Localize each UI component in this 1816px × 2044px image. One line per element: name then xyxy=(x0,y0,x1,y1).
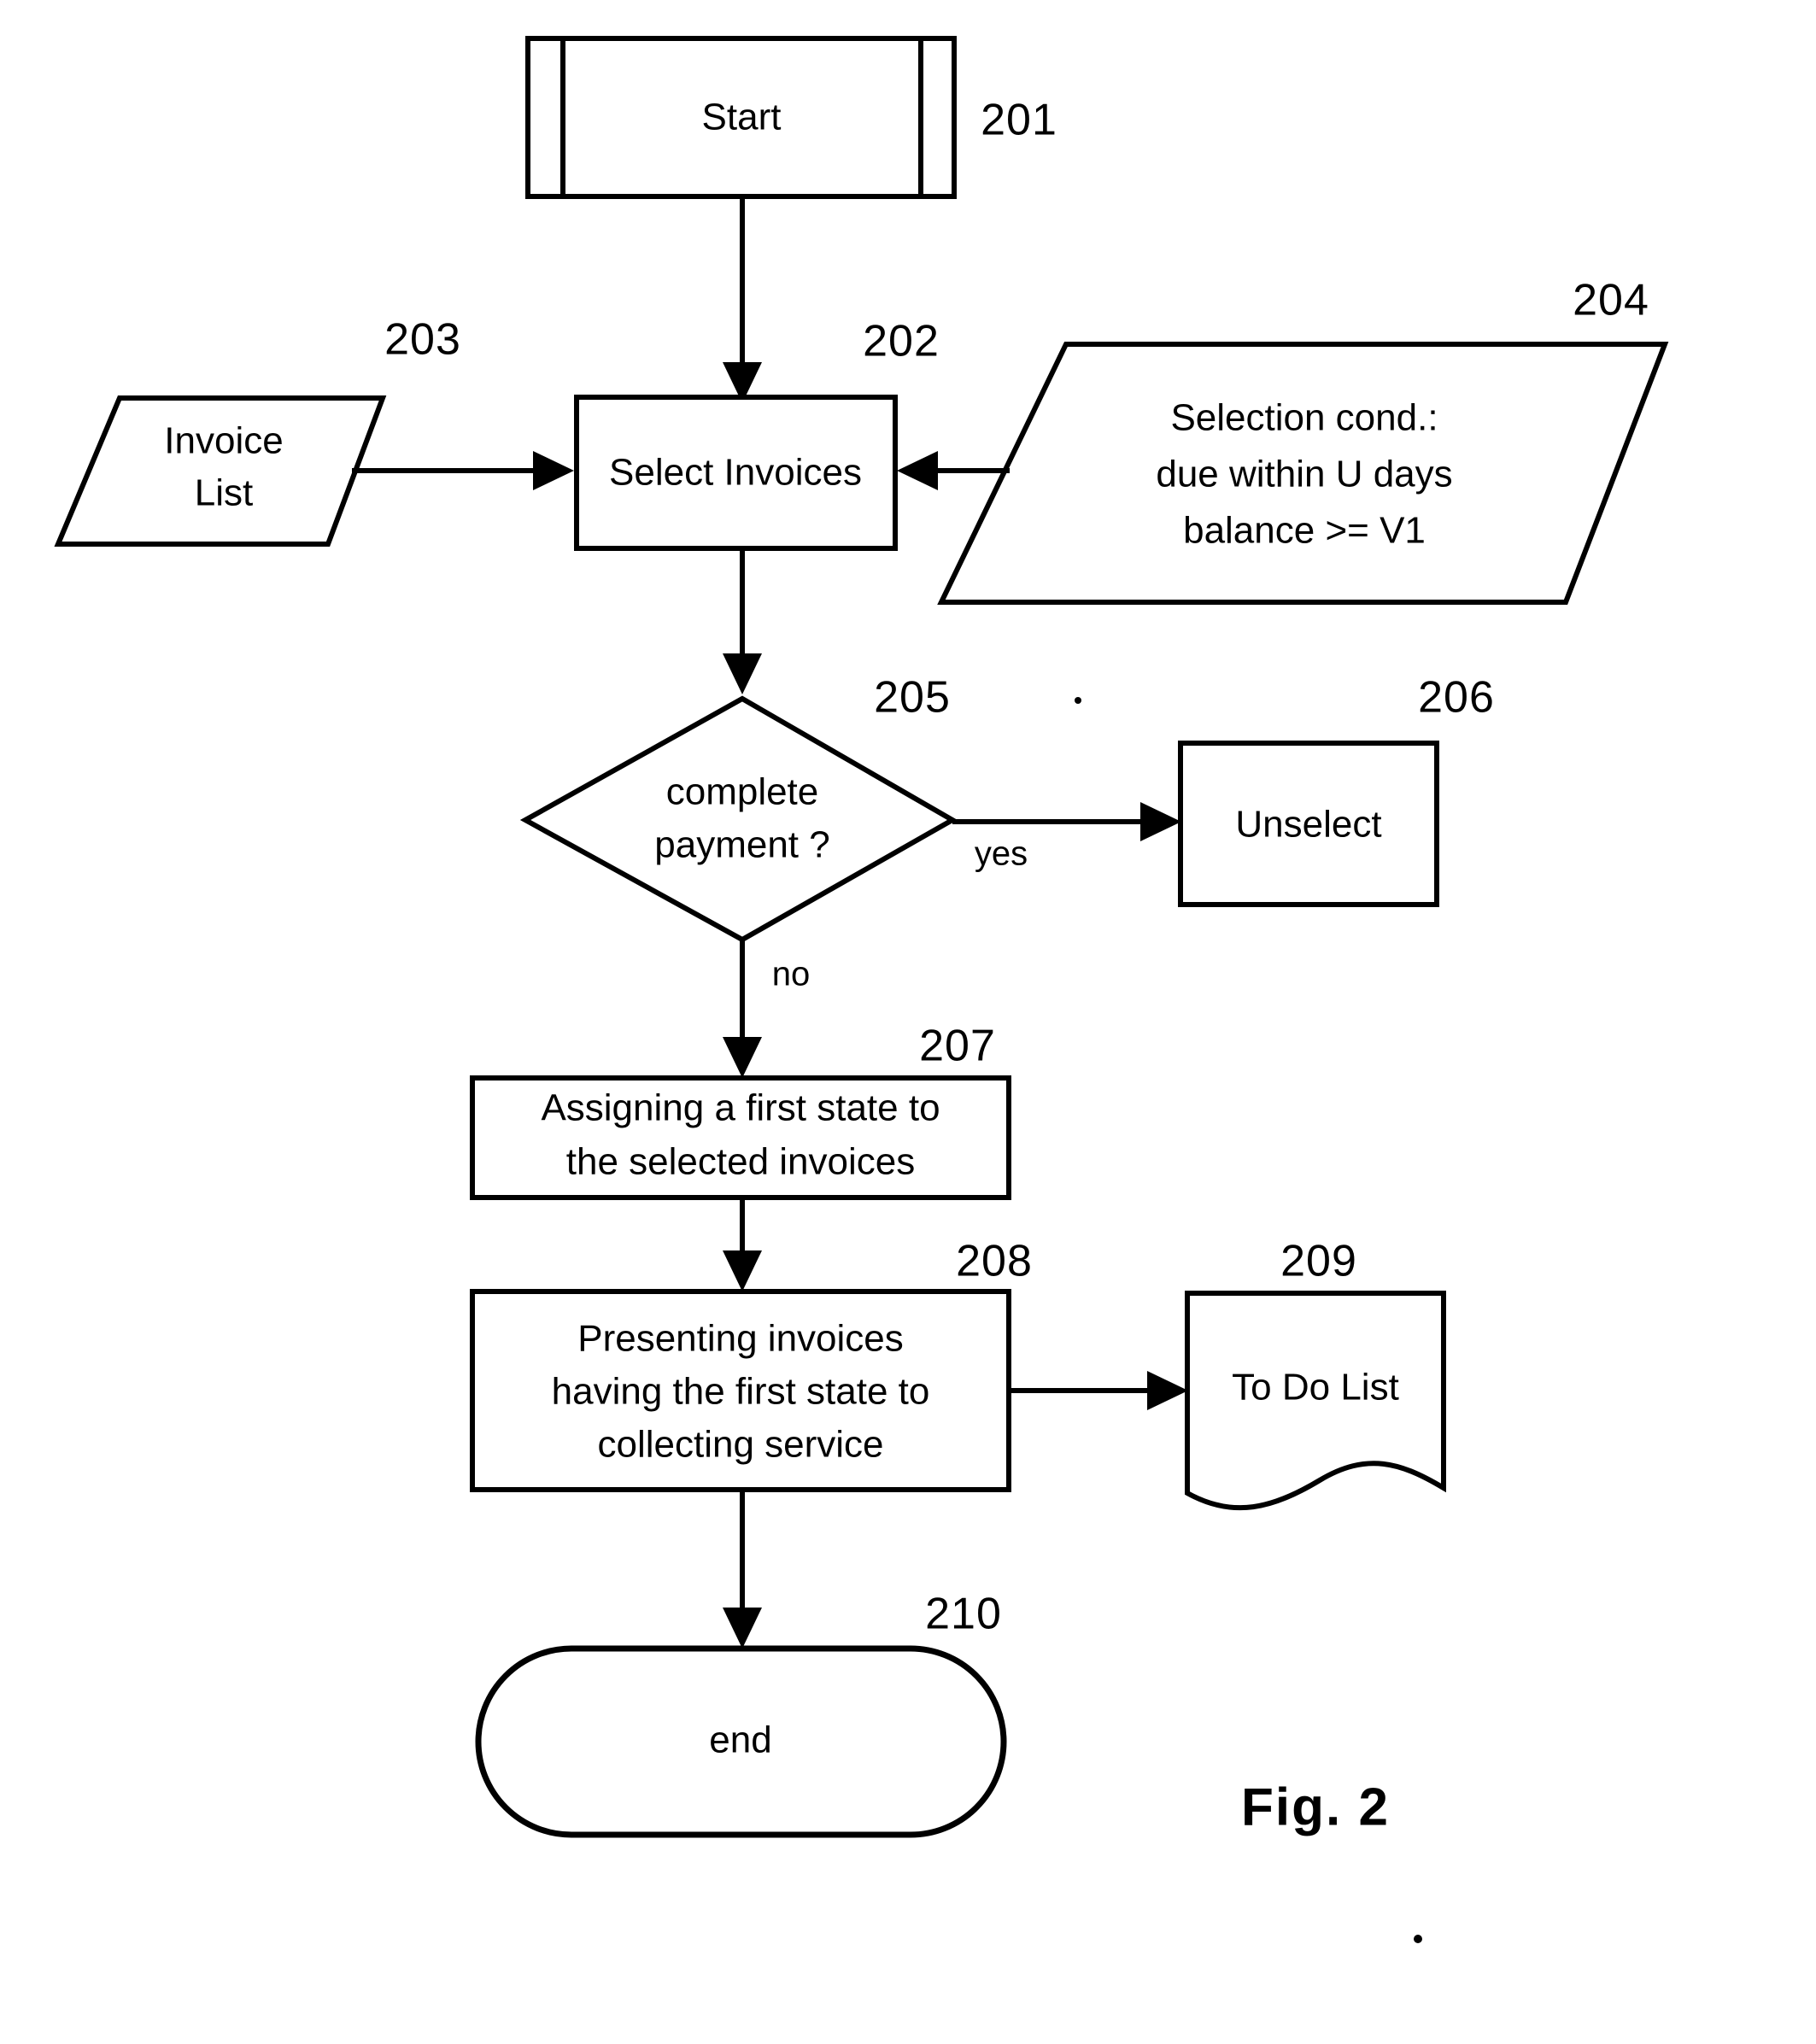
edge-present-to-todolist xyxy=(1009,1371,1188,1410)
edge-present-to-todolist-arrowhead xyxy=(1147,1371,1188,1410)
flowchart-canvas: Start 201 Invoice List 203 Select Invoic… xyxy=(54,36,1669,1943)
edge-select-to-decision xyxy=(723,548,762,694)
edge-label-no: no xyxy=(772,956,811,993)
edge-select-to-decision-arrowhead xyxy=(723,653,762,694)
ref-number-207: 207 xyxy=(919,1022,996,1071)
invoice-list-node: Invoice List xyxy=(54,395,387,547)
ref-number-204: 204 xyxy=(1573,276,1649,325)
presenting-invoices-line3: collecting service xyxy=(597,1424,883,1466)
edge-invoicelist-to-select-arrowhead xyxy=(533,451,574,490)
edge-decision-yes-to-unselect-arrowhead xyxy=(1140,802,1181,841)
to-do-list-node: To Do List xyxy=(1185,1291,1446,1511)
select-invoices-label: Select Invoices xyxy=(609,452,862,494)
edge-present-to-end xyxy=(723,1490,762,1649)
scan-speckle xyxy=(1075,697,1081,704)
unselect-node: Unselect xyxy=(1178,741,1439,907)
end-node: end xyxy=(475,1645,1007,1838)
edge-assign-to-present xyxy=(723,1198,762,1291)
presenting-invoices-node: Presenting invoices having the first sta… xyxy=(470,1289,1011,1492)
ref-number-210: 210 xyxy=(925,1590,1002,1639)
edge-start-to-select xyxy=(723,196,762,403)
edge-invoicelist-to-select xyxy=(352,451,574,490)
complete-payment-decision: complete payment ? xyxy=(519,695,958,943)
ref-number-203: 203 xyxy=(384,315,461,365)
edge-assign-to-present-arrowhead xyxy=(723,1250,762,1291)
select-invoices-node: Select Invoices xyxy=(574,395,898,551)
selection-condition-line3: balance >= V1 xyxy=(1183,510,1426,552)
figure-caption: Fig. 2 xyxy=(1241,1778,1390,1836)
invoice-list-label-line1: Invoice xyxy=(164,420,283,462)
unselect-label: Unselect xyxy=(1235,804,1381,846)
scan-speckle xyxy=(1414,1935,1422,1943)
edge-label-yes: yes xyxy=(975,835,1028,873)
edge-present-to-end-arrowhead xyxy=(723,1608,762,1649)
ref-number-201: 201 xyxy=(981,96,1057,145)
selection-condition-node: Selection cond.: due within U days balan… xyxy=(937,342,1669,605)
end-node-label: end xyxy=(709,1719,771,1761)
selection-condition-line2: due within U days xyxy=(1156,454,1452,495)
complete-payment-decision-line2: payment ? xyxy=(654,824,829,866)
ref-number-209: 209 xyxy=(1280,1237,1357,1286)
edge-decision-no-to-assign: no xyxy=(723,940,810,1078)
edge-decision-yes-to-unselect: yes xyxy=(952,802,1181,873)
ref-number-205: 205 xyxy=(874,673,951,723)
complete-payment-decision-line1: complete xyxy=(666,771,819,813)
selection-condition-line1: Selection cond.: xyxy=(1170,397,1438,439)
edge-condition-to-select xyxy=(897,451,1010,490)
patent-figure-2: Start 201 Invoice List 203 Select Invoic… xyxy=(0,0,1816,2044)
ref-number-206: 206 xyxy=(1418,673,1495,723)
edge-condition-to-select-arrowhead xyxy=(897,451,938,490)
assign-first-state-line1: Assigning a first state to xyxy=(541,1087,940,1129)
to-do-list-label: To Do List xyxy=(1232,1367,1399,1409)
invoice-list-label-line2: List xyxy=(195,472,253,514)
start-node-label: Start xyxy=(702,97,782,138)
presenting-invoices-line2: having the first state to xyxy=(552,1371,930,1413)
ref-number-202: 202 xyxy=(863,317,940,366)
assign-first-state-line2: the selected invoices xyxy=(566,1141,915,1183)
presenting-invoices-line1: Presenting invoices xyxy=(577,1318,904,1360)
start-node: Start xyxy=(525,36,957,199)
ref-number-208: 208 xyxy=(956,1237,1033,1286)
edge-decision-no-to-assign-arrowhead xyxy=(723,1037,762,1078)
complete-payment-decision-shape xyxy=(519,695,958,943)
assign-first-state-node: Assigning a first state to the selected … xyxy=(470,1075,1011,1200)
